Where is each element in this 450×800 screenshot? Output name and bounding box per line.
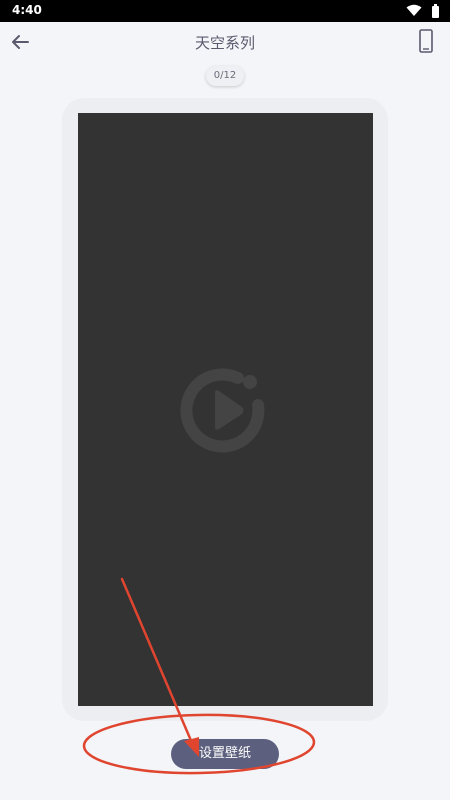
battery-icon: [432, 4, 439, 18]
device-preview-button[interactable]: [414, 26, 438, 56]
wifi-icon: [406, 4, 422, 16]
page-counter: 0/12: [206, 66, 244, 86]
page-title: 天空系列: [194, 34, 255, 52]
status-icons: [406, 4, 440, 18]
set-wallpaper-button[interactable]: 设置壁纸: [171, 739, 279, 769]
play-circle-logo-icon: [180, 368, 265, 453]
app-bar: 天空系列: [0, 22, 450, 62]
phone-outline-icon: [419, 29, 433, 53]
status-time: 4:40: [12, 3, 42, 17]
status-bar: 4:40: [0, 0, 450, 22]
wallpaper-preview[interactable]: [78, 113, 373, 706]
